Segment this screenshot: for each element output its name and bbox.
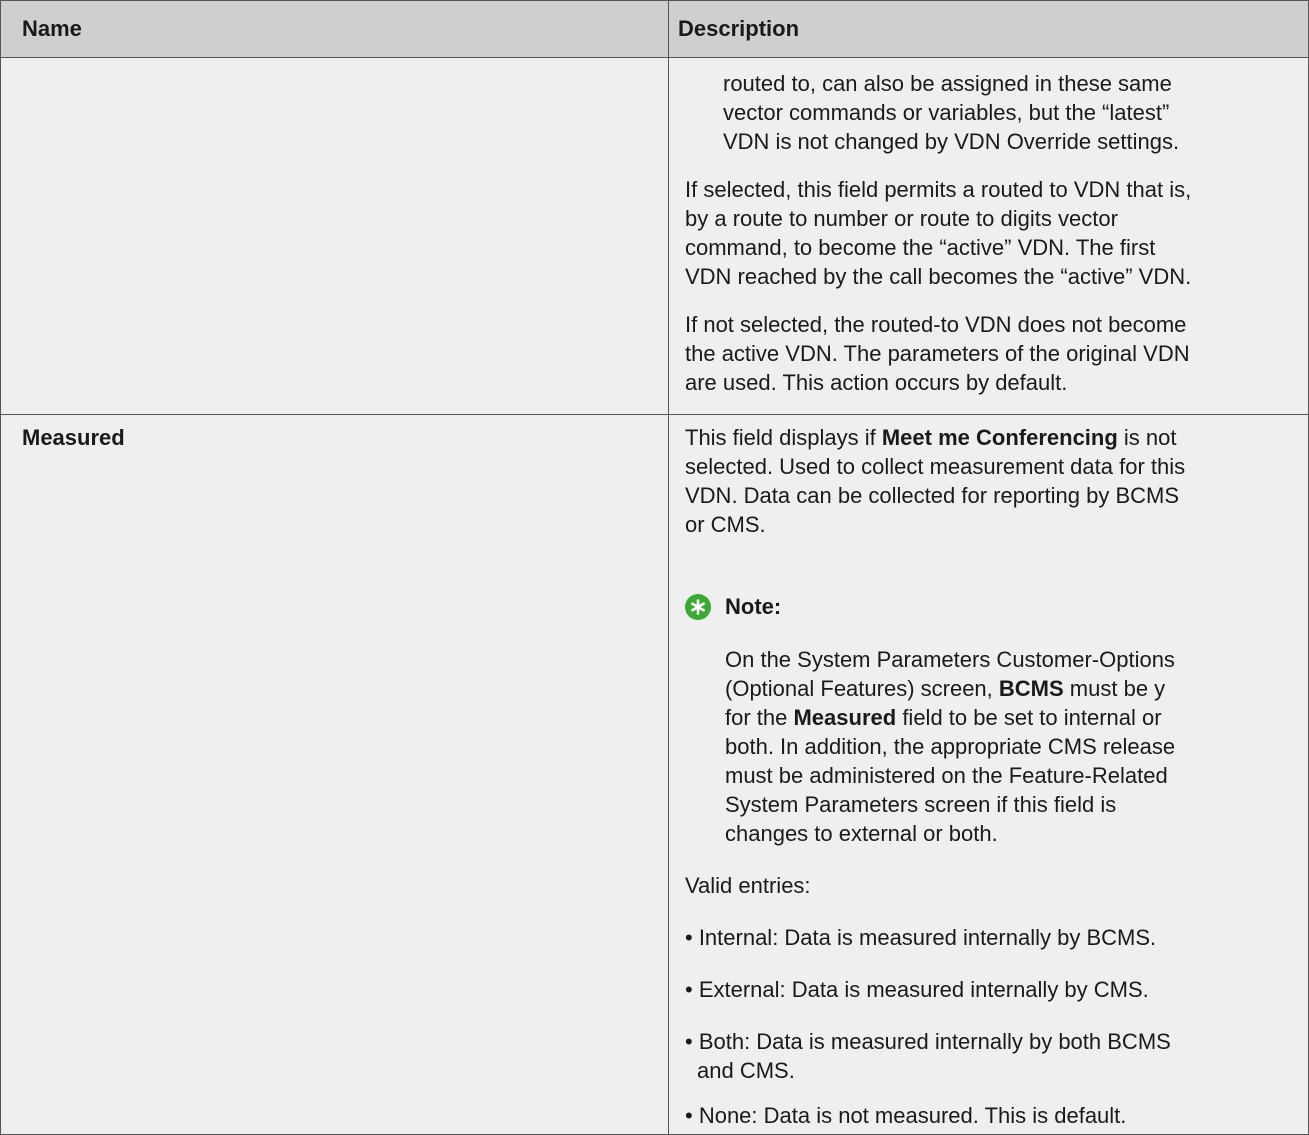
note-line: both. In addition, the appropriate CMS r…	[725, 734, 1176, 759]
list-item: • None: Data is not measured. This is de…	[685, 1103, 1127, 1128]
list-item: • External: Data is measured internally …	[685, 977, 1149, 1002]
row-divider	[1, 414, 1308, 415]
parameter-table: Name Description routed to, can also be …	[0, 0, 1309, 1135]
header-name: Name	[22, 16, 82, 41]
column-divider	[668, 1, 669, 1134]
note-line: (Optional Features) screen, BCMS must be…	[725, 676, 1166, 701]
description-line: VDN reached by the call becomes the “act…	[685, 264, 1192, 289]
indented-line: VDN is not changed by VDN Override setti…	[723, 129, 1180, 154]
indented-line: routed to, can also be assigned in these…	[723, 71, 1172, 96]
note-line: must be administered on the Feature-Rela…	[725, 763, 1168, 788]
note-line: On the System Parameters Customer-Option…	[725, 647, 1175, 672]
description-line: This field displays if Meet me Conferenc…	[685, 425, 1177, 450]
list-item: • Internal: Data is measured internally …	[685, 925, 1157, 950]
description-line: If not selected, the routed-to VDN does …	[685, 312, 1187, 337]
description-line: or CMS.	[685, 512, 766, 537]
description-line: VDN. Data can be collected for reporting…	[685, 483, 1180, 508]
description-line: selected. Used to collect measurement da…	[685, 454, 1186, 479]
list-item: and CMS.	[697, 1058, 795, 1083]
star-note-icon	[685, 594, 711, 620]
indented-line: vector commands or variables, but the “l…	[723, 100, 1170, 125]
list-item: • Both: Data is measured internally by b…	[685, 1029, 1171, 1054]
description-line: If selected, this field permits a routed…	[685, 177, 1192, 202]
header-description: Description	[678, 16, 800, 41]
note-line: changes to external or both.	[725, 821, 998, 846]
note-line: for the Measured field to be set to inte…	[725, 705, 1162, 730]
field-name-measured: Measured	[22, 425, 125, 450]
note-label: Note:	[725, 594, 782, 619]
description-line: command, to become the “active” VDN. The…	[685, 235, 1156, 260]
valid-entries-label: Valid entries:	[685, 873, 811, 898]
description-line: by a route to number or route to digits …	[685, 206, 1118, 231]
note-line: System Parameters screen if this field i…	[725, 792, 1117, 817]
description-line: are used. This action occurs by default.	[685, 370, 1068, 395]
description-line: the active VDN. The parameters of the or…	[685, 341, 1190, 366]
table-header: Name Description	[1, 1, 1308, 58]
